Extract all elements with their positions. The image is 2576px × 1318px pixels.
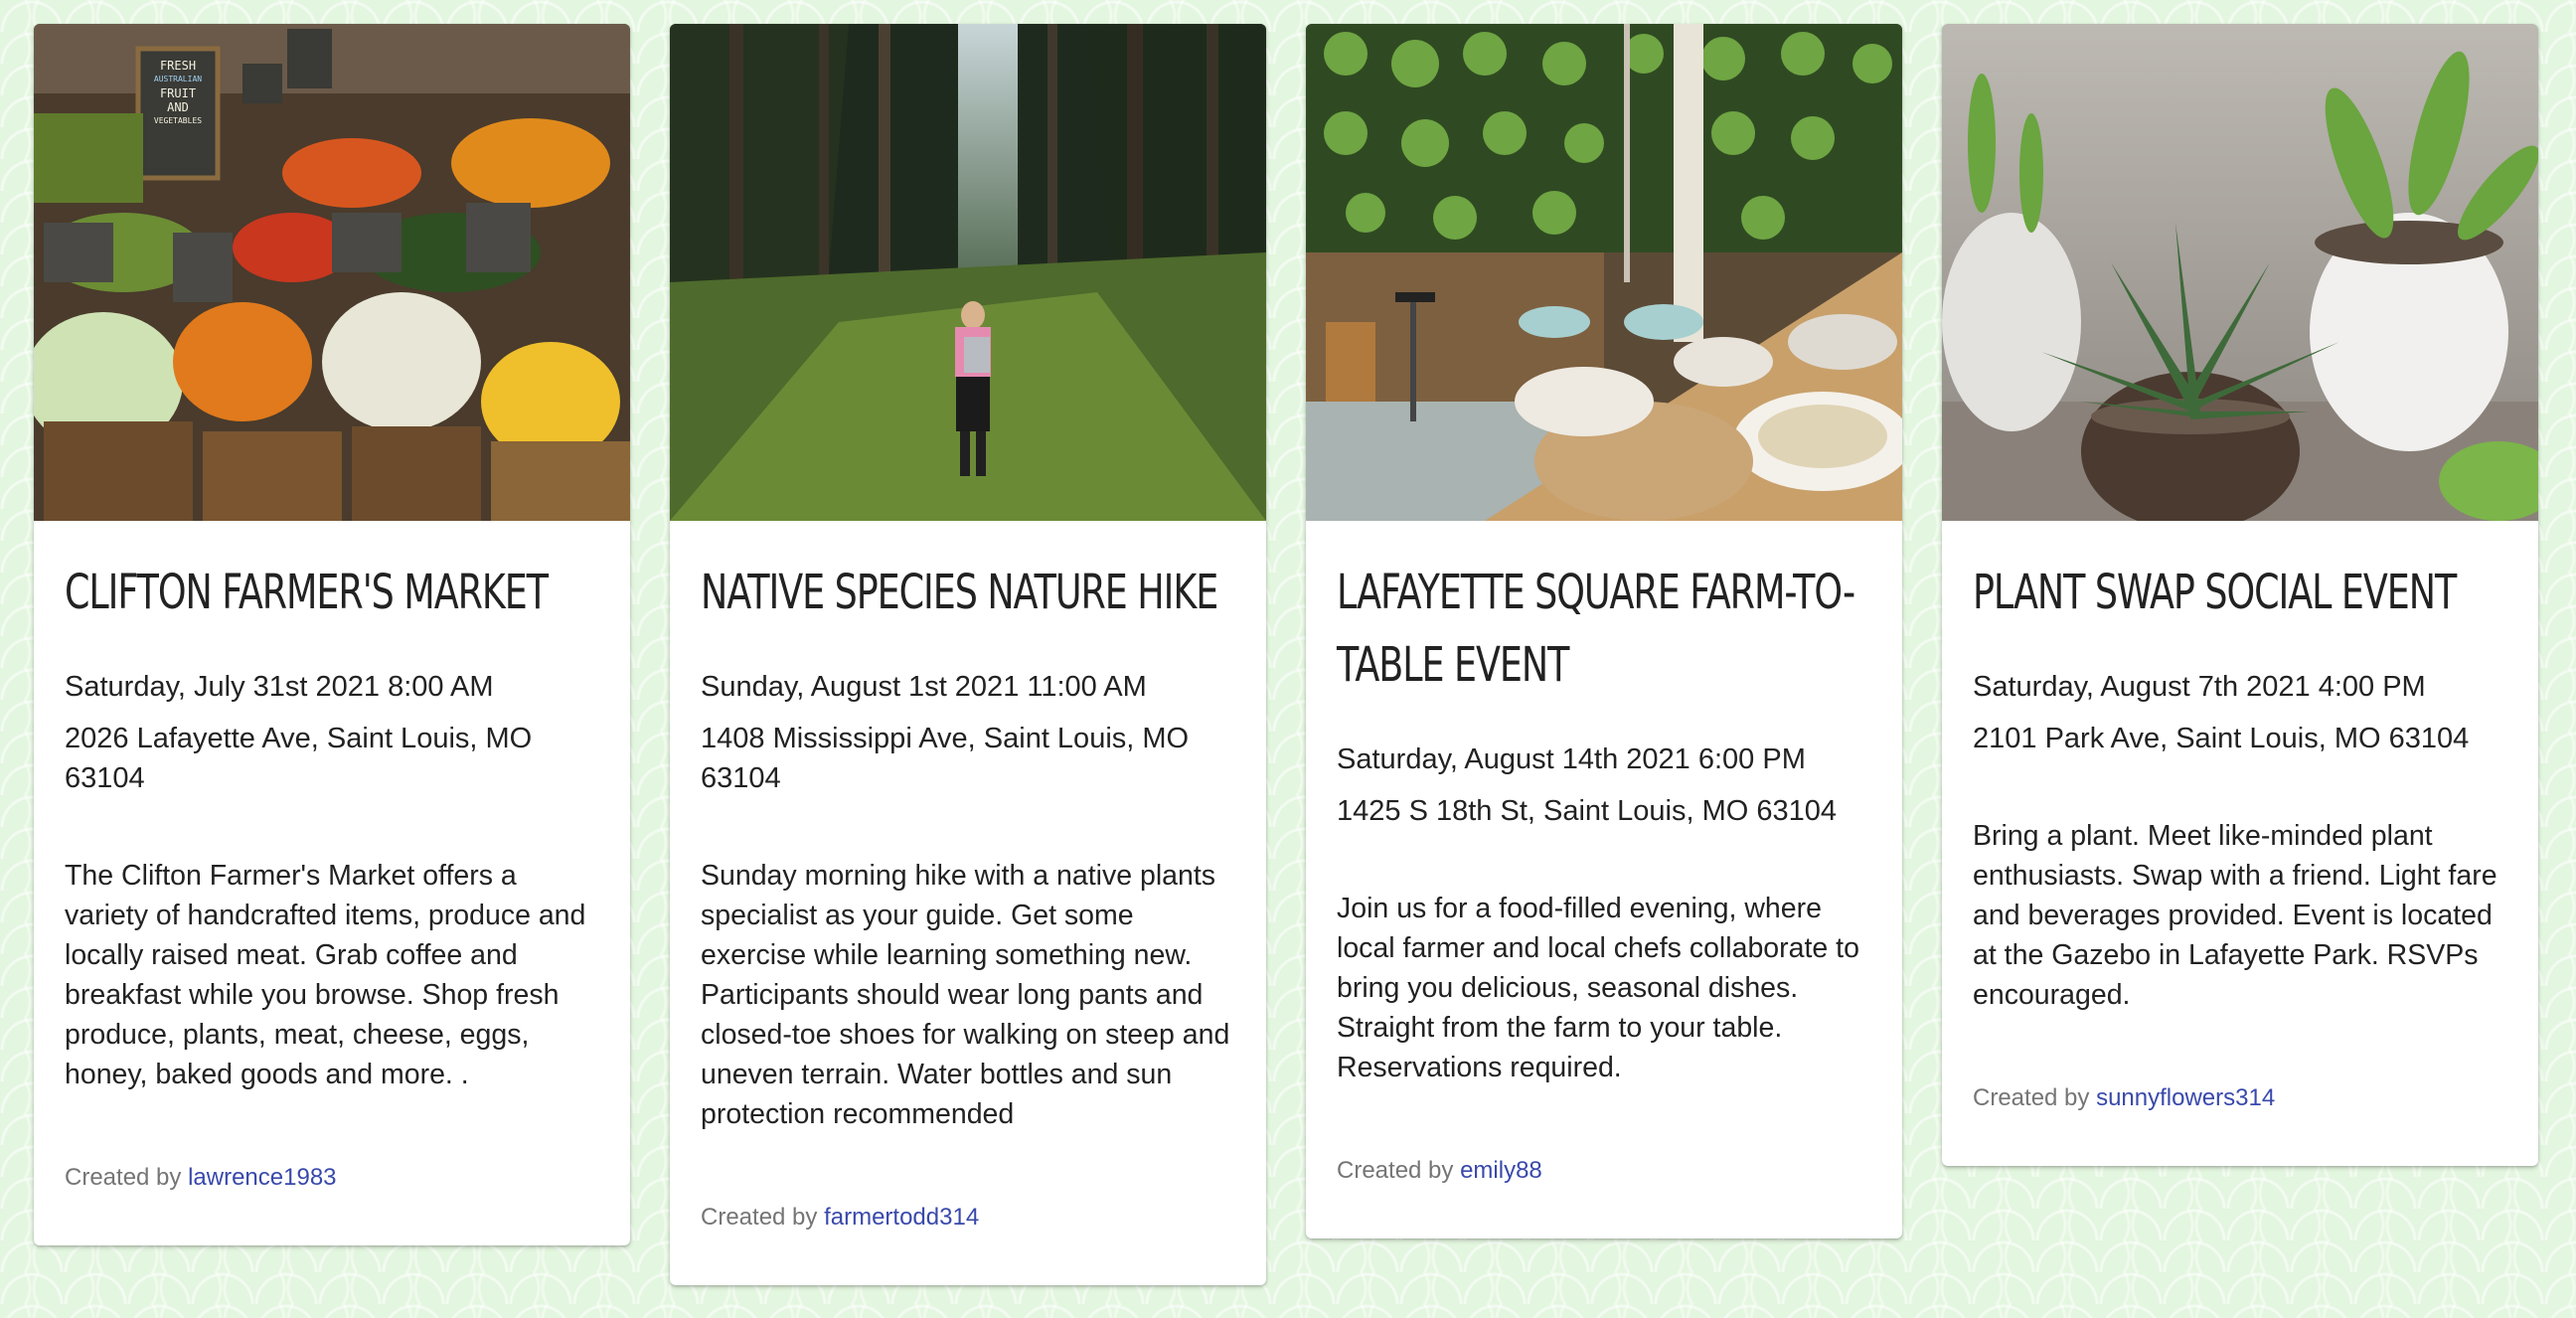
event-description: The Clifton Farmer's Market offers a var… bbox=[65, 860, 586, 1090]
event-image-plant-swap[interactable] bbox=[1942, 24, 2538, 521]
author-link[interactable]: lawrence1983 bbox=[188, 1164, 336, 1191]
event-creator: Created by lawrence1983 bbox=[65, 1162, 599, 1194]
event-address: 2026 Lafayette Ave, Saint Louis, MO 6310… bbox=[65, 723, 533, 794]
chalkboard-text-line: FRESH bbox=[159, 59, 197, 73]
event-date: Saturday, August 14th 2021 6:00 PM bbox=[1337, 743, 1806, 775]
event-card-plant-swap-social[interactable]: PLANT SWAP SOCIAL EVENT Saturday, August… bbox=[1942, 24, 2538, 1166]
created-by-label: Created by bbox=[701, 1204, 818, 1231]
author-link[interactable]: sunnyflowers314 bbox=[2096, 1084, 2275, 1111]
event-card-body: NATIVE SPECIES NATURE HIKE Sunday, Augus… bbox=[670, 521, 1266, 1285]
event-card-body: PLANT SWAP SOCIAL EVENT Saturday, August… bbox=[1942, 521, 2538, 1166]
event-creator: Created by sunnyflowers314 bbox=[1973, 1082, 2507, 1114]
event-creator: Created by farmertodd314 bbox=[701, 1202, 1235, 1234]
chalkboard-text-line: FRUIT bbox=[159, 86, 197, 100]
event-title[interactable]: NATIVE SPECIES NATURE HIKE bbox=[701, 557, 1237, 629]
event-creator: Created by emily88 bbox=[1337, 1155, 1871, 1187]
event-card-grid: FRESH AUSTRALIAN FRUIT AND VEGETABLES CL… bbox=[34, 24, 2538, 1285]
chalkboard-text-line: AUSTRALIAN bbox=[153, 75, 203, 83]
event-address: 1425 S 18th St, Saint Louis, MO 63104 bbox=[1337, 795, 1837, 827]
author-link[interactable]: farmertodd314 bbox=[824, 1204, 979, 1231]
event-description: Bring a plant. Meet like-minded plant en… bbox=[1973, 820, 2497, 1011]
created-by-label: Created by bbox=[1337, 1157, 1454, 1184]
forest-hike-photo bbox=[670, 24, 1266, 521]
author-link[interactable]: emily88 bbox=[1460, 1157, 1542, 1184]
event-title[interactable]: LAFAYETTE SQUARE FARM-TO-TABLE EVENT bbox=[1337, 557, 1873, 702]
chalkboard-sign: FRESH AUSTRALIAN FRUIT AND VEGETABLES bbox=[146, 59, 210, 128]
event-description: Join us for a food-filled evening, where… bbox=[1337, 893, 1859, 1083]
event-card-lafayette-square-farm-to-table[interactable]: LAFAYETTE SQUARE FARM-TO-TABLE EVENT Sat… bbox=[1306, 24, 1902, 1238]
succulent-plants-photo bbox=[1942, 24, 2538, 521]
farm-to-table-photo bbox=[1306, 24, 1902, 521]
event-address: 2101 Park Ave, Saint Louis, MO 63104 bbox=[1973, 723, 2470, 754]
event-date: Saturday, August 7th 2021 4:00 PM bbox=[1973, 671, 2426, 703]
event-card-body: CLIFTON FARMER'S MARKET Saturday, July 3… bbox=[34, 521, 630, 1245]
event-title[interactable]: CLIFTON FARMER'S MARKET bbox=[65, 557, 601, 629]
event-card-body: LAFAYETTE SQUARE FARM-TO-TABLE EVENT Sat… bbox=[1306, 521, 1902, 1238]
event-description: Sunday morning hike with a native plants… bbox=[701, 860, 1230, 1130]
chalkboard-text-line: VEGETABLES bbox=[153, 116, 203, 125]
created-by-label: Created by bbox=[1973, 1084, 2090, 1111]
event-image-farm-to-table[interactable] bbox=[1306, 24, 1902, 521]
event-address: 1408 Mississippi Ave, Saint Louis, MO 63… bbox=[701, 723, 1190, 794]
farmers-market-photo bbox=[34, 24, 630, 521]
event-date: Saturday, July 31st 2021 8:00 AM bbox=[65, 671, 494, 703]
event-date: Sunday, August 1st 2021 11:00 AM bbox=[701, 671, 1147, 703]
chalkboard-text-line: AND bbox=[167, 100, 189, 114]
event-image-nature-hike[interactable] bbox=[670, 24, 1266, 521]
event-title[interactable]: PLANT SWAP SOCIAL EVENT bbox=[1973, 557, 2509, 629]
event-image-farmers-market[interactable]: FRESH AUSTRALIAN FRUIT AND VEGETABLES bbox=[34, 24, 630, 521]
event-card-clifton-farmers-market[interactable]: FRESH AUSTRALIAN FRUIT AND VEGETABLES CL… bbox=[34, 24, 630, 1245]
created-by-label: Created by bbox=[65, 1164, 182, 1191]
event-card-native-species-nature-hike[interactable]: NATIVE SPECIES NATURE HIKE Sunday, Augus… bbox=[670, 24, 1266, 1285]
